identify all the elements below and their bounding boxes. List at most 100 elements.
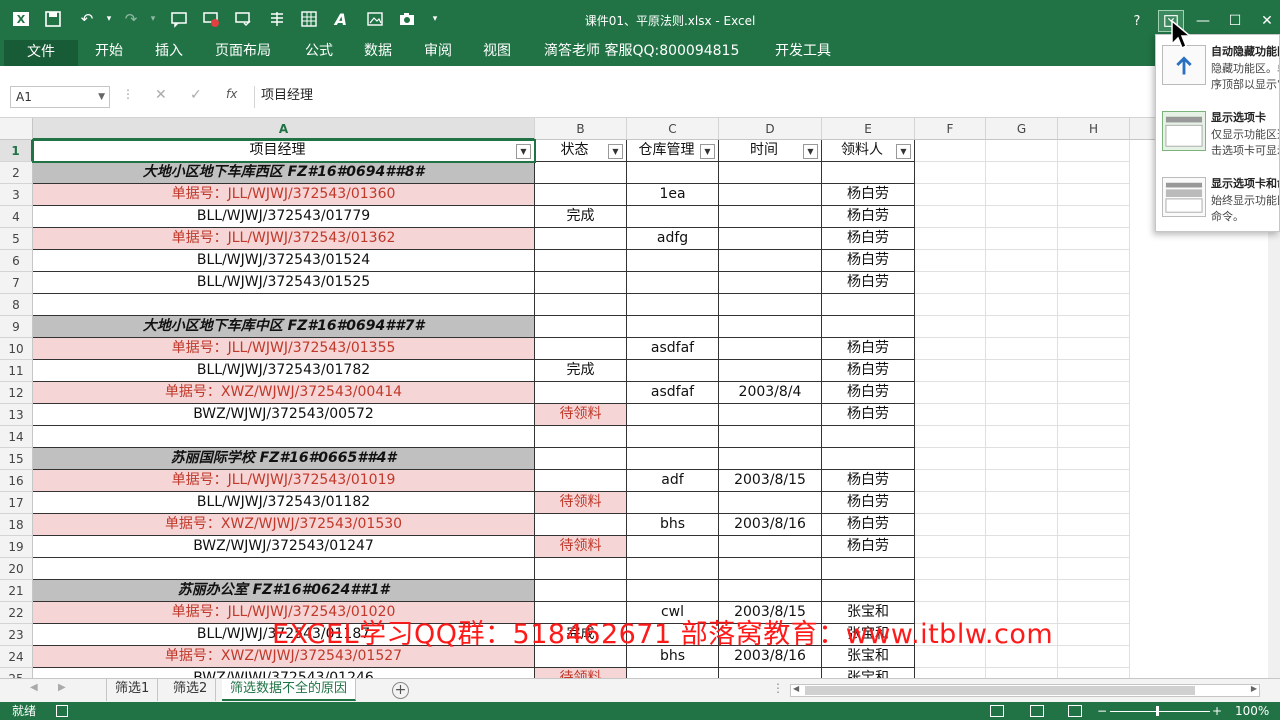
menu-item-show-tabs[interactable]: 显示选项卡 仅显示功能区选项卡。单击选项卡可显示命令。 [1156,101,1279,167]
header-cell-c[interactable]: 仓库管理 ▼ [627,140,719,162]
comment-icon[interactable] [168,8,190,30]
header-cell-d[interactable]: 时间 ▼ [719,140,822,162]
row-header-16[interactable]: 16 [0,470,33,492]
empty-cell[interactable] [915,668,986,678]
empty-cell[interactable] [1058,448,1130,470]
horizontal-scroll-thumb[interactable] [805,686,1195,695]
row-header-25[interactable]: 25 [0,668,33,678]
empty-cell[interactable] [1058,250,1130,272]
cell-a4[interactable]: BLL/WJWJ/372543/01779 [33,206,535,228]
empty-cell[interactable] [986,162,1058,184]
cell-c14[interactable] [627,426,719,448]
empty-cell[interactable] [986,272,1058,294]
empty-cell[interactable] [915,294,986,316]
cell-a18[interactable]: 单据号：XWZ/WJWJ/372543/01530 [33,514,535,536]
empty-cell[interactable] [915,470,986,492]
cell-e9[interactable] [822,316,915,338]
empty-cell[interactable] [986,668,1058,678]
cell-d25[interactable] [719,668,822,678]
cell-d19[interactable] [719,536,822,558]
tab-custom-teacher[interactable]: 滴答老师 客服QQ:800094815 [544,40,739,66]
empty-cell[interactable] [1058,272,1130,294]
cell-b13[interactable]: 待领料 [535,404,627,426]
cell-c12[interactable]: asdfaf [627,382,719,404]
cell-c13[interactable] [627,404,719,426]
empty-cell[interactable] [986,228,1058,250]
cell-c21[interactable] [627,580,719,602]
align-icon[interactable] [266,8,288,30]
cell-d12[interactable]: 2003/8/4 [719,382,822,404]
cell-e19[interactable]: 杨白劳 [822,536,915,558]
scroll-right-icon[interactable]: ▶ [1251,684,1257,693]
cell-b7[interactable] [535,272,627,294]
sheet-tab-filter1[interactable]: 筛选1 [106,679,159,701]
empty-cell[interactable] [915,536,986,558]
row-header-1[interactable]: 1 [0,140,33,162]
macro-record-icon[interactable] [56,705,68,717]
empty-cell[interactable] [1058,404,1130,426]
empty-cell[interactable] [986,316,1058,338]
cell-d7[interactable] [719,272,822,294]
filter-dropdown-icon[interactable]: ▼ [516,144,531,159]
cell-a16[interactable]: 单据号：JLL/WJWJ/372543/01019 [33,470,535,492]
empty-cell[interactable] [915,338,986,360]
column-header-h[interactable]: H [1058,118,1130,140]
cell-b5[interactable] [535,228,627,250]
cell-c16[interactable]: adf [627,470,719,492]
row-header-14[interactable]: 14 [0,426,33,448]
add-sheet-button[interactable]: + [392,682,409,699]
zoom-out-button[interactable]: − [1097,702,1107,720]
scroll-left-icon[interactable]: ◀ [793,684,799,693]
camera-icon[interactable] [396,8,418,30]
cell-a6[interactable]: BLL/WJWJ/372543/01524 [33,250,535,272]
empty-cell[interactable] [915,426,986,448]
empty-cell[interactable] [986,426,1058,448]
empty-cell[interactable] [915,580,986,602]
row-header-12[interactable]: 12 [0,382,33,404]
cell-a25[interactable]: BWZ/WJWJ/372543/01246 [33,668,535,678]
tab-home[interactable]: 开始 [95,40,123,66]
cell-a3[interactable]: 单据号：JLL/WJWJ/372543/01360 [33,184,535,206]
empty-cell[interactable] [986,558,1058,580]
empty-cell[interactable] [915,272,986,294]
tab-formulas[interactable]: 公式 [305,40,333,66]
cell-d21[interactable] [719,580,822,602]
horizontal-scrollbar[interactable]: ◀ ▶ [790,684,1260,697]
cell-e13[interactable]: 杨白劳 [822,404,915,426]
header-cell-b[interactable]: 状态 ▼ [535,140,627,162]
filter-dropdown-icon[interactable]: ▼ [896,144,911,159]
empty-cell[interactable] [1058,162,1130,184]
zoom-level[interactable]: 100% [1235,702,1269,720]
cell-a13[interactable]: BWZ/WJWJ/372543/00572 [33,404,535,426]
cell-d18[interactable]: 2003/8/16 [719,514,822,536]
cell-a2[interactable]: 大地小区地下车库西区 FZ#16#0694##8# [33,162,535,184]
empty-cell[interactable] [1058,558,1130,580]
row-header-24[interactable]: 24 [0,646,33,668]
row-header-17[interactable]: 17 [0,492,33,514]
cell-c7[interactable] [627,272,719,294]
cell-b20[interactable] [535,558,627,580]
cell-b25[interactable]: 待领料 [535,668,627,678]
empty-cell[interactable] [915,360,986,382]
cell-e10[interactable]: 杨白劳 [822,338,915,360]
empty-cell[interactable] [1058,624,1130,646]
empty-cell[interactable] [986,382,1058,404]
cell-b17[interactable]: 待领料 [535,492,627,514]
empty-cell[interactable] [986,140,1058,162]
cell-b3[interactable] [535,184,627,206]
table-icon[interactable] [298,8,320,30]
cell-e6[interactable]: 杨白劳 [822,250,915,272]
cell-d16[interactable]: 2003/8/15 [719,470,822,492]
cell-e7[interactable]: 杨白劳 [822,272,915,294]
empty-cell[interactable] [1058,492,1130,514]
cell-e11[interactable]: 杨白劳 [822,360,915,382]
tab-view[interactable]: 视图 [483,40,511,66]
cell-e21[interactable] [822,580,915,602]
row-header-13[interactable]: 13 [0,404,33,426]
empty-cell[interactable] [1058,646,1130,668]
zoom-slider-thumb[interactable] [1156,706,1159,716]
cell-c19[interactable] [627,536,719,558]
tab-page-layout[interactable]: 页面布局 [215,40,271,66]
cell-d10[interactable] [719,338,822,360]
empty-cell[interactable] [1058,470,1130,492]
